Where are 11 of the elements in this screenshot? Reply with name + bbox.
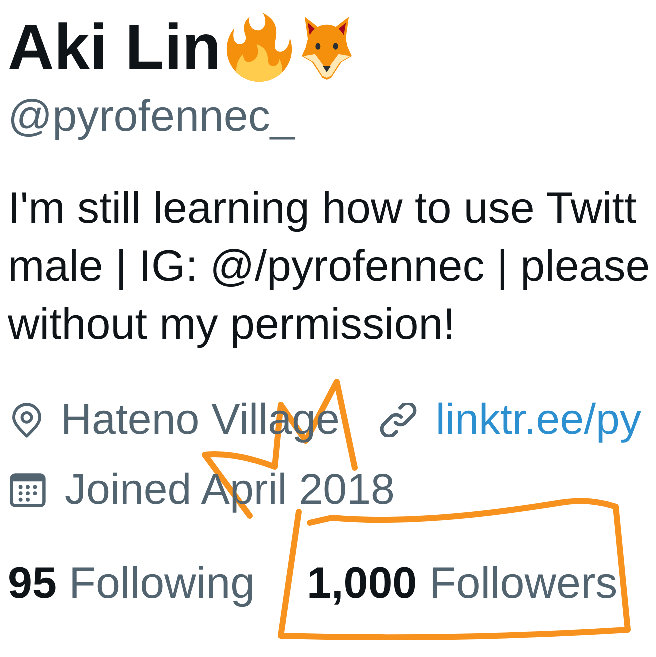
fire-emoji-icon	[225, 13, 294, 82]
stat-link[interactable]: 95 Following	[8, 558, 256, 610]
link-icon	[380, 403, 417, 437]
bio-text: I'm still learning how to use Twitt male | IG: @/pyrofennec | please without my permission!	[8, 183, 650, 351]
location-pin-icon	[12, 402, 42, 438]
user-handle: @pyrofennec_	[8, 91, 295, 143]
stat-link[interactable]: 1,000 Followers	[307, 558, 618, 610]
fox-emoji-icon	[302, 17, 352, 80]
display-name: Aki Lin	[8, 11, 222, 83]
calendar-icon	[10, 472, 46, 508]
profile-link[interactable]: linktr.ee/py	[436, 394, 642, 446]
